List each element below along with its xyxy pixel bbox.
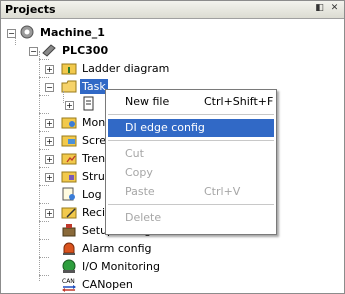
- menu-label-delete: Delete: [125, 211, 162, 224]
- tree-node-canopen[interactable]: CAN CANopen: [61, 275, 135, 293]
- tree-label-log: Log: [82, 187, 102, 201]
- tree-label-scre: Scre: [82, 133, 107, 147]
- menu-separator: [108, 140, 274, 141]
- plc-device-icon: [41, 42, 57, 58]
- collapse-toggle-task[interactable]: −: [45, 83, 54, 92]
- canopen-icon: CAN: [61, 276, 77, 292]
- tree-label-io: I/O Monitoring: [82, 259, 160, 273]
- tree-label-ladder: Ladder diagram: [82, 61, 170, 75]
- expand-toggle-tren[interactable]: +: [45, 155, 54, 164]
- tree-node-stru[interactable]: Stru: [61, 167, 107, 185]
- tree-node-reci[interactable]: Reci: [61, 203, 107, 221]
- collapse-toggle-machine[interactable]: −: [7, 29, 16, 38]
- tree-label-alarm: Alarm config: [82, 241, 152, 255]
- tree-label-plc: PLC300: [62, 43, 109, 57]
- menu-shortcut-paste: Ctrl+V: [204, 185, 241, 198]
- menu-label-cut: Cut: [125, 147, 144, 160]
- tree-node-task[interactable]: Task: [61, 77, 109, 95]
- panel-title: Projects: [5, 3, 56, 16]
- tree-node-alarm[interactable]: Alarm config: [61, 239, 154, 257]
- menu-item-copy[interactable]: Copy: [108, 164, 274, 182]
- gear-icon: [19, 24, 35, 40]
- projects-panel: Projects ◧ ✕ − Machine_1 − PLC300 + Ladd…: [0, 0, 345, 294]
- tree-node-tren[interactable]: Tren: [61, 149, 107, 167]
- menu-label-di-edge-config: DI edge config: [125, 121, 205, 134]
- close-icon[interactable]: ✕: [329, 3, 340, 14]
- tree-label-task: Task: [79, 77, 109, 95]
- pin-icon[interactable]: ◧: [314, 3, 325, 14]
- menu-item-cut[interactable]: Cut: [108, 145, 274, 163]
- tree-label-canopen: CANopen: [82, 277, 133, 291]
- tree-node-task-child[interactable]: [81, 95, 100, 113]
- tree-node-machine[interactable]: Machine_1: [19, 23, 107, 41]
- folder-icon: [61, 114, 77, 130]
- tree-label-mon: Mon: [82, 115, 106, 129]
- alarm-icon: [61, 240, 77, 256]
- menu-label-copy: Copy: [125, 166, 153, 179]
- menu-item-paste[interactable]: Paste Ctrl+V: [108, 183, 274, 201]
- tree-label-tren: Tren: [82, 151, 106, 165]
- ladder-folder-icon: [61, 60, 77, 76]
- expand-toggle-reci[interactable]: +: [45, 209, 54, 218]
- tree-label-reci: Reci: [82, 205, 106, 219]
- svg-text:CAN: CAN: [62, 278, 75, 285]
- menu-separator: [108, 204, 274, 205]
- tree-node-plc[interactable]: PLC300: [41, 41, 110, 59]
- context-menu: New file Ctrl+Shift+F DI edge config Cut…: [105, 89, 277, 235]
- tree-node-log[interactable]: Log: [61, 185, 104, 203]
- menu-label-paste: Paste: [125, 185, 155, 198]
- structure-folder-icon: [61, 168, 77, 184]
- log-icon: [61, 186, 77, 202]
- menu-separator: [108, 114, 274, 115]
- menu-item-new-file[interactable]: New file Ctrl+Shift+F: [108, 93, 274, 111]
- menu-item-delete[interactable]: Delete: [108, 209, 274, 227]
- tree-node-ladder[interactable]: Ladder diagram: [61, 59, 171, 77]
- menu-label-new-file: New file: [125, 95, 170, 108]
- panel-titlebar: Projects ◧ ✕: [1, 1, 344, 19]
- tree-label-machine: Machine_1: [40, 25, 105, 39]
- expand-toggle-task-child[interactable]: +: [65, 101, 74, 110]
- tree-node-scre[interactable]: Scre: [61, 131, 108, 149]
- document-icon: [81, 96, 97, 112]
- tree-node-mon[interactable]: Mon: [61, 113, 107, 131]
- screen-folder-icon: [61, 132, 77, 148]
- menu-item-di-edge-config[interactable]: DI edge config: [108, 119, 274, 137]
- menu-shortcut-new-file: Ctrl+Shift+F: [204, 95, 274, 108]
- expand-toggle-stru[interactable]: +: [45, 173, 54, 182]
- expand-toggle-scre[interactable]: +: [45, 137, 54, 146]
- io-monitoring-icon: [61, 258, 77, 274]
- setup-icon: [61, 222, 77, 238]
- collapse-toggle-plc[interactable]: −: [29, 47, 38, 56]
- expand-toggle-mon[interactable]: +: [45, 119, 54, 128]
- trend-folder-icon: [61, 150, 77, 166]
- recipe-folder-icon: [61, 204, 77, 220]
- tree-label-stru: Stru: [82, 169, 105, 183]
- expand-toggle-ladder[interactable]: +: [45, 65, 54, 74]
- tree-node-io[interactable]: I/O Monitoring: [61, 257, 162, 275]
